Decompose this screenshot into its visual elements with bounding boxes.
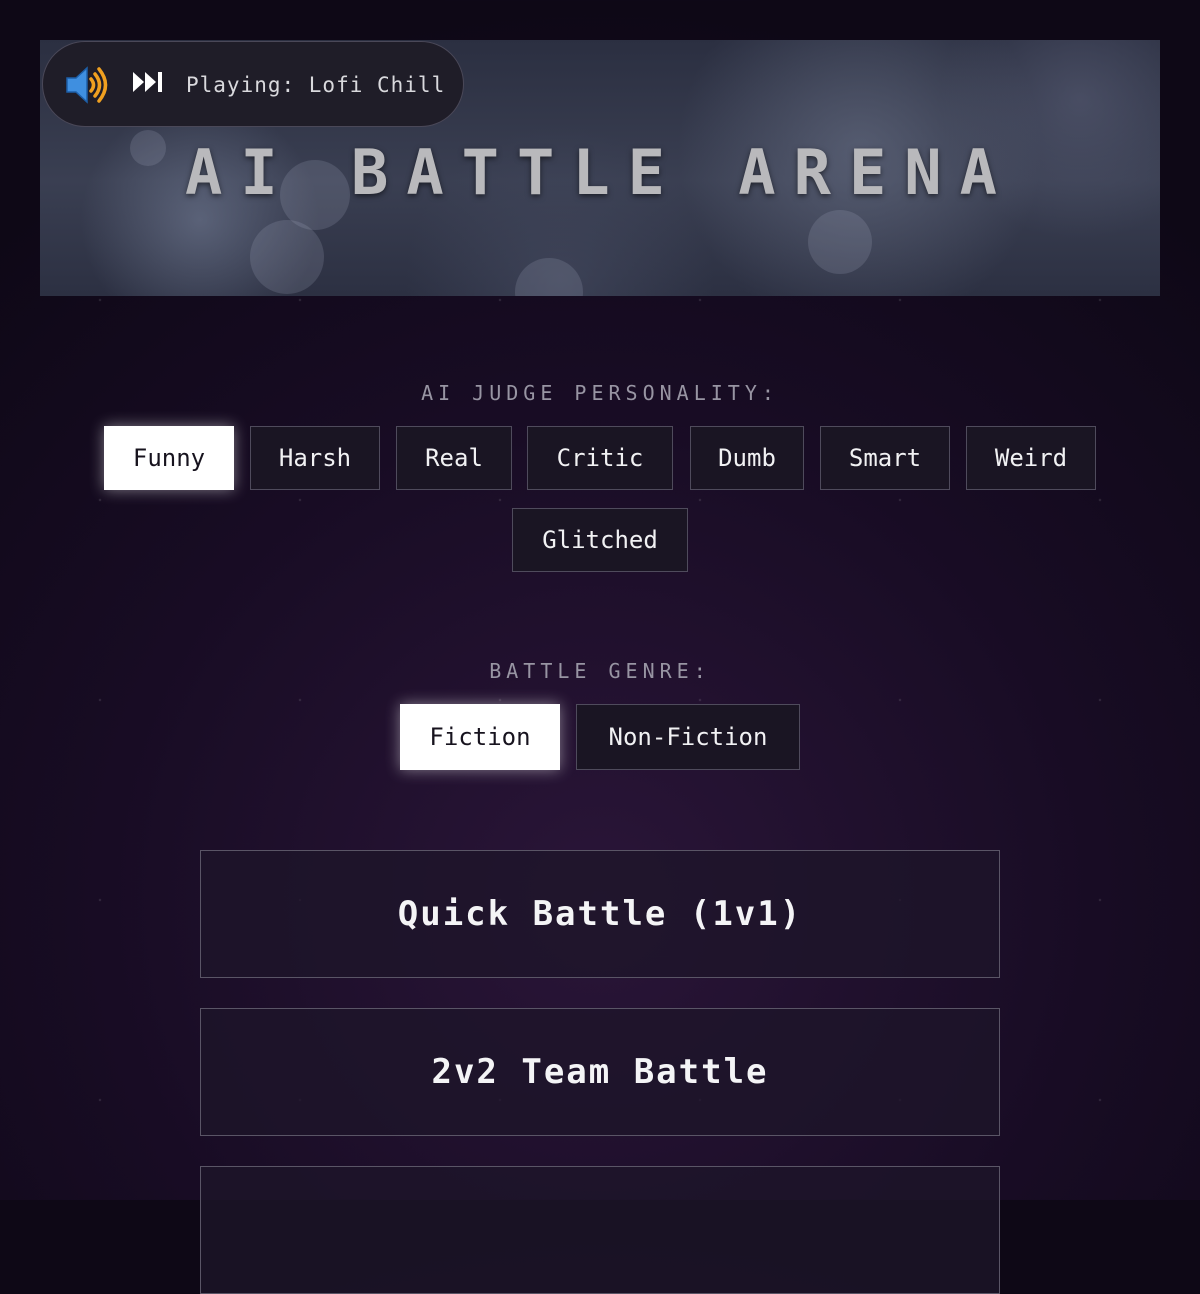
genre-option-non-fiction[interactable]: Non-Fiction [576,704,800,770]
judge-option-glitched[interactable]: Glitched [512,508,688,572]
page-title: AI BATTLE ARENA [185,136,1015,209]
judge-section-label: AI JUDGE PERSONALITY: [421,381,779,405]
speaker-volume-icon[interactable] [65,64,111,106]
music-player: Playing: Lofi Chill [42,41,464,127]
judge-option-smart[interactable]: Smart [820,426,950,490]
judge-option-funny[interactable]: Funny [104,426,234,490]
judge-option-dumb[interactable]: Dumb [690,426,804,490]
judge-option-critic[interactable]: Critic [527,426,673,490]
team-battle-button[interactable]: 2v2 Team Battle [200,1008,1000,1136]
bokeh-light [515,258,583,296]
judge-option-harsh[interactable]: Harsh [250,426,380,490]
judge-option-weird[interactable]: Weird [966,426,1096,490]
quick-battle-button[interactable]: Quick Battle (1v1) [200,850,1000,978]
genre-section-label: BATTLE GENRE: [489,659,711,683]
genre-option-fiction[interactable]: Fiction [400,704,560,770]
bokeh-light [808,210,872,274]
now-playing-text: Playing: Lofi Chill [186,73,446,97]
skip-next-icon[interactable] [131,70,165,94]
bokeh-light [250,220,324,294]
judge-option-real[interactable]: Real [396,426,512,490]
battle-mode-button[interactable] [200,1166,1000,1294]
